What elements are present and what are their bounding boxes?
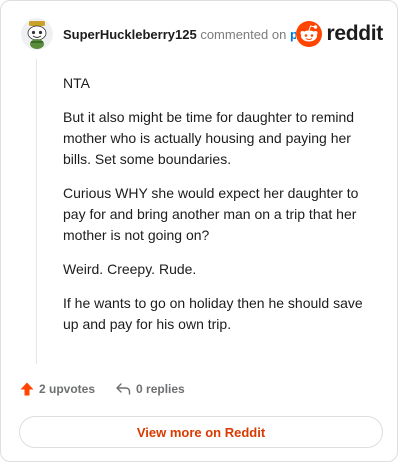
username-link[interactable]: SuperHuckleberry125 [63, 27, 197, 42]
comment-body: NTA But it also might be time for daught… [63, 73, 381, 348]
reply-count: 0 replies [136, 382, 185, 396]
upvote-button[interactable]: 2 upvotes [19, 381, 95, 397]
view-more-button[interactable]: View more on Reddit [19, 416, 383, 448]
thread-line [36, 59, 37, 364]
comment-paragraph: NTA [63, 75, 90, 91]
reddit-snoo-icon [296, 21, 323, 47]
snoo-avatar-icon [21, 18, 53, 50]
comment-paragraph: Curious WHY she would expect her daughte… [63, 185, 359, 243]
upvote-count: 2 upvotes [39, 382, 96, 396]
view-more-label: View more on Reddit [136, 424, 266, 440]
reply-arrow-icon [116, 383, 131, 395]
comment-paragraph: Weird. Creepy. Rude. [63, 261, 197, 277]
comment-embed-card: SuperHuckleberry125 commented on post re… [0, 0, 398, 462]
reddit-brand-link[interactable]: reddit [296, 21, 383, 47]
reddit-wordmark: reddit [326, 22, 383, 45]
upvote-arrow-icon [20, 382, 34, 396]
comment-actions: 2 upvotes 0 replies [19, 381, 185, 397]
comment-paragraph: If he wants to go on holiday then he sho… [63, 295, 363, 332]
commented-on-text: commented on [200, 26, 287, 42]
replies-button[interactable]: 0 replies [115, 381, 185, 397]
comment-header: SuperHuckleberry125 commented on post re… [21, 15, 383, 53]
user-avatar[interactable] [21, 18, 53, 50]
comment-paragraph: But it also might be time for daughter t… [63, 109, 355, 167]
comment-meta: SuperHuckleberry125 commented on post [63, 27, 296, 42]
